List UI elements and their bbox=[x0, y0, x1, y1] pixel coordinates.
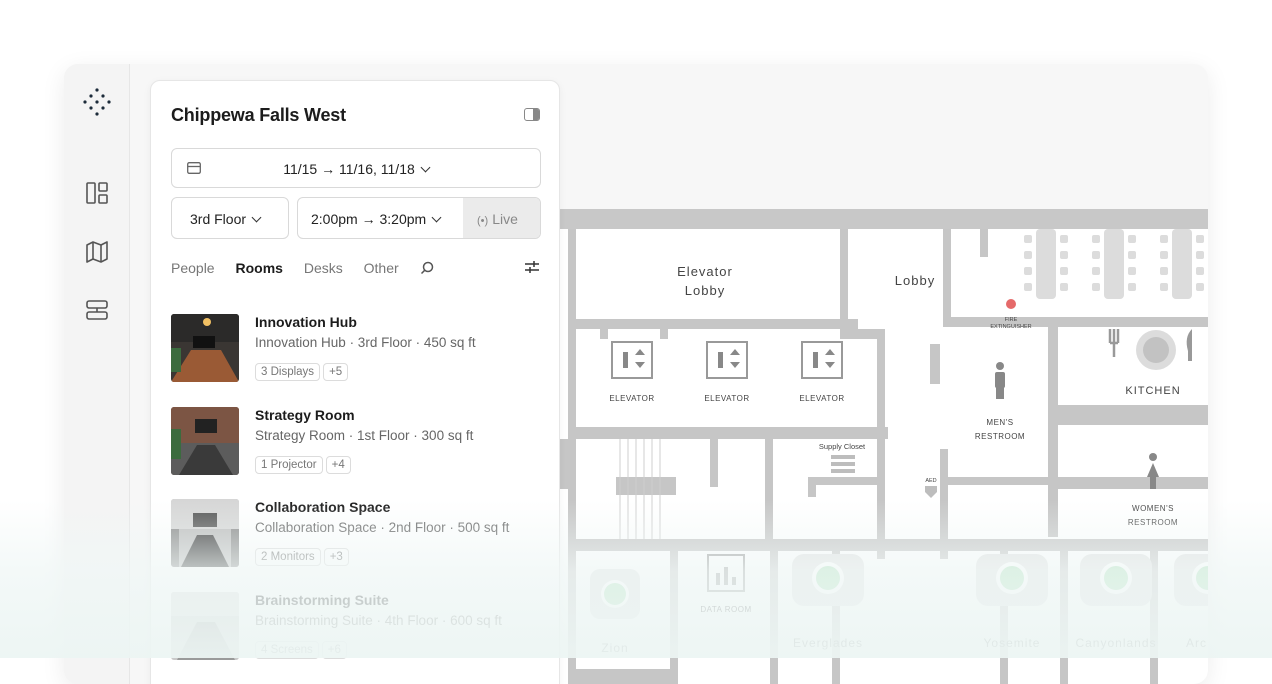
time-range-group: 2:00pm → 3:20pm (•) Live bbox=[297, 197, 541, 239]
tab-rooms[interactable]: Rooms bbox=[235, 260, 282, 276]
room-tag: 2 Monitors bbox=[255, 548, 321, 566]
room-list-item[interactable]: Innovation Hub Innovation Hub · 3rd Floo… bbox=[171, 314, 541, 394]
room-label-zion[interactable]: Zion bbox=[601, 641, 628, 655]
room-thumbnail bbox=[171, 499, 239, 567]
room-status-dot[interactable] bbox=[792, 554, 864, 606]
chevron-down-icon bbox=[420, 162, 431, 173]
elevator-icon: ELEVATOR bbox=[799, 341, 844, 403]
logo-icon[interactable] bbox=[79, 84, 115, 120]
nav-rail bbox=[64, 64, 130, 684]
room-meta: Innovation Hub · 3rd Floor · 450 sq ft bbox=[255, 335, 476, 350]
fire-extinguisher-label: FIRE bbox=[1005, 317, 1018, 323]
room-name: Strategy Room bbox=[255, 407, 355, 423]
room-tag-more[interactable]: +3 bbox=[323, 548, 349, 566]
room-thumbnail bbox=[171, 592, 239, 660]
room-meta: Collaboration Space · 2nd Floor · 500 sq… bbox=[255, 520, 510, 535]
room-status-dot[interactable] bbox=[1174, 554, 1208, 606]
elevator-icon: ELEVATOR bbox=[609, 341, 654, 403]
fire-extinguisher-icon bbox=[1006, 299, 1016, 309]
room-tag: 3 Displays bbox=[255, 363, 321, 381]
tab-desks[interactable]: Desks bbox=[304, 260, 343, 276]
room-label-yosemite[interactable]: Yosemite bbox=[984, 636, 1041, 650]
floor-select[interactable]: 3rd Floor bbox=[171, 197, 289, 239]
fire-extinguisher-label: EXTINGUISHER bbox=[990, 324, 1031, 330]
date-range-picker[interactable]: 11/15 → 11/16, 11/18 bbox=[171, 148, 541, 188]
room-list-item[interactable]: Brainstorming Suite Brainstorming Suite … bbox=[171, 592, 541, 672]
date-range-text: 11/15 → 11/16, 11/18 bbox=[283, 161, 415, 177]
room-label-arc[interactable]: Arc bbox=[1186, 636, 1207, 650]
data-room-label: DATA ROOM bbox=[700, 605, 751, 614]
room-tag: 1 Projector bbox=[255, 456, 323, 474]
mens-restroom-label: MEN'S bbox=[986, 418, 1013, 427]
panel-title: Chippewa Falls West bbox=[171, 105, 346, 125]
dashboard-icon[interactable] bbox=[84, 180, 110, 206]
map-icon[interactable] bbox=[84, 239, 110, 265]
womens-restroom-label: WOMEN'S bbox=[1132, 504, 1174, 513]
room-tag-more[interactable]: +5 bbox=[323, 363, 349, 381]
lobby-label: Lobby bbox=[895, 273, 935, 288]
womens-restroom-label: RESTROOM bbox=[1128, 518, 1178, 527]
live-label: Live bbox=[492, 211, 518, 227]
svg-text:ELEVATOR: ELEVATOR bbox=[799, 394, 844, 403]
elevator-lobby-label: Elevator bbox=[677, 264, 733, 279]
collapse-panel-icon[interactable] bbox=[524, 108, 540, 121]
room-name: Collaboration Space bbox=[255, 499, 391, 515]
elevator-lobby-label: Lobby bbox=[685, 283, 725, 298]
svg-text:ELEVATOR: ELEVATOR bbox=[704, 394, 749, 403]
live-button[interactable]: (•) Live bbox=[463, 198, 540, 238]
room-list-item[interactable]: Strategy Room Strategy Room · 1st Floor … bbox=[171, 407, 541, 487]
shelf-icon bbox=[831, 455, 855, 473]
room-thumbnail bbox=[171, 407, 239, 475]
room-meta: Strategy Room · 1st Floor · 300 sq ft bbox=[255, 428, 474, 443]
mens-restroom-label: RESTROOM bbox=[975, 432, 1025, 441]
aed-icon bbox=[925, 486, 937, 498]
floor-map[interactable]: Elevator Lobby Lobby ELEVATOR ELEVATOR E… bbox=[560, 209, 1208, 684]
room-thumbnail bbox=[171, 314, 239, 382]
room-tag: 4 Screens bbox=[255, 641, 319, 659]
time-range-select[interactable]: 2:00pm → 3:20pm bbox=[298, 198, 465, 238]
room-status-dot[interactable] bbox=[1080, 554, 1152, 606]
chevron-down-icon bbox=[431, 212, 442, 223]
room-status-dot[interactable] bbox=[590, 569, 640, 619]
category-tabs: People Rooms Desks Other bbox=[171, 259, 434, 276]
kitchen-tables bbox=[1024, 229, 1204, 299]
chevron-down-icon bbox=[251, 212, 262, 223]
kitchen-icon bbox=[1108, 329, 1192, 370]
room-label-canyonlands[interactable]: Canyonlands bbox=[1075, 636, 1156, 650]
app-window: Elevator Lobby Lobby ELEVATOR ELEVATOR E… bbox=[64, 64, 1208, 684]
tab-other[interactable]: Other bbox=[364, 260, 399, 276]
data-room-icon bbox=[707, 554, 745, 592]
room-status-dot[interactable] bbox=[976, 554, 1048, 606]
kitchen-label: KITCHEN bbox=[1125, 385, 1180, 397]
room-name: Brainstorming Suite bbox=[255, 592, 389, 608]
room-name: Innovation Hub bbox=[255, 314, 357, 330]
floor-select-text: 3rd Floor bbox=[190, 211, 247, 227]
rooms-panel: Chippewa Falls West 11/15 → 11/16, 11/18… bbox=[150, 80, 560, 684]
room-label-everglades[interactable]: Everglades bbox=[793, 636, 863, 650]
room-list-item[interactable]: Collaboration Space Collaboration Space … bbox=[171, 499, 541, 579]
schedule-icon[interactable] bbox=[84, 297, 110, 323]
svg-text:ELEVATOR: ELEVATOR bbox=[609, 394, 654, 403]
search-icon[interactable] bbox=[420, 261, 434, 275]
room-tag-more[interactable]: +6 bbox=[321, 641, 347, 659]
live-icon: (•) bbox=[477, 215, 489, 227]
men-icon bbox=[995, 362, 1005, 399]
room-meta: Brainstorming Suite · 4th Floor · 600 sq… bbox=[255, 613, 502, 628]
supply-closet-label: Supply Closet bbox=[819, 442, 866, 451]
aed-label: AED bbox=[925, 478, 936, 484]
tab-people[interactable]: People bbox=[171, 260, 215, 276]
elevator-icon: ELEVATOR bbox=[704, 341, 749, 403]
room-tag-more[interactable]: +4 bbox=[325, 456, 351, 474]
filter-icon[interactable] bbox=[524, 259, 540, 275]
time-range-text: 2:00pm → 3:20pm bbox=[311, 211, 427, 227]
